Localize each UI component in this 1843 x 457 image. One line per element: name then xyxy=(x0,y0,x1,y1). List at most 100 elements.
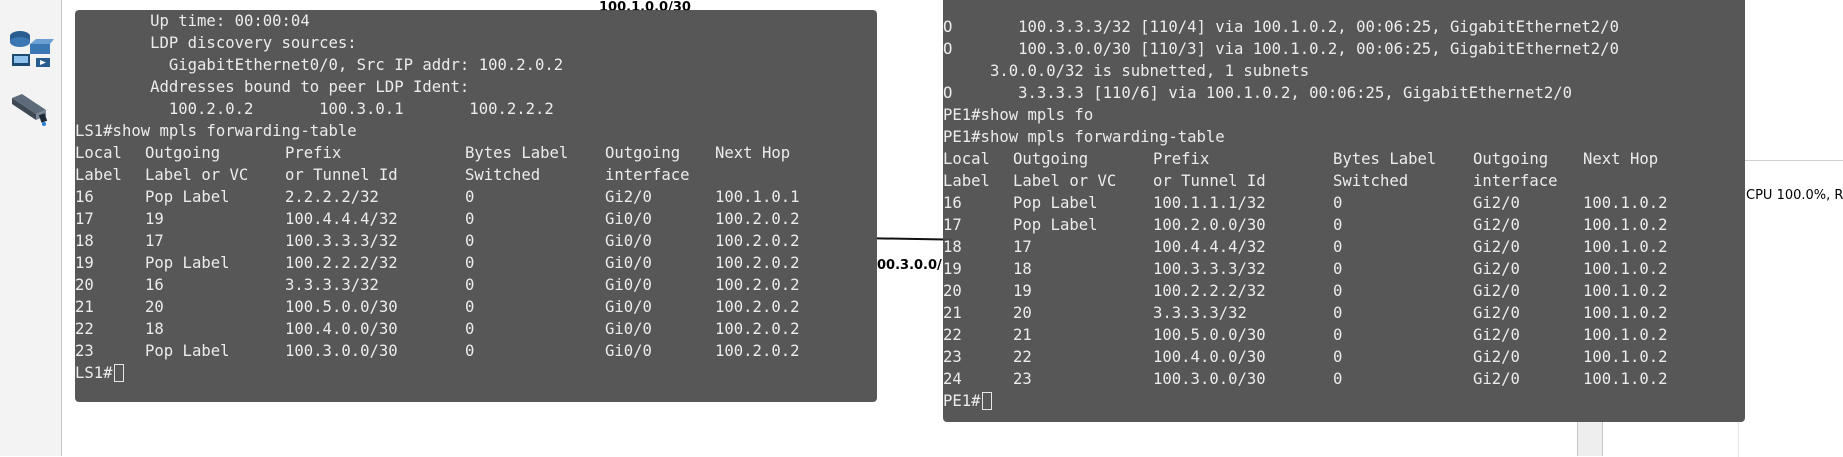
table-row: 18 17 100.4.4.4/32 0 Gi2/0 100.1.0.2 xyxy=(943,236,1668,258)
table-cell: 100.2.0.2 xyxy=(715,276,800,294)
table-cell: 100.1.0.2 xyxy=(1583,326,1668,344)
table-cell: 16 xyxy=(145,276,164,294)
table-cell: 20 xyxy=(943,282,962,300)
table-cell: 100.2.0.2 xyxy=(715,342,800,360)
table-header-row: Local Outgoing Prefix Bytes Label Outgoi… xyxy=(943,148,1658,170)
table-cell: Gi0/0 xyxy=(605,342,652,360)
table-cell: 100.1.0.2 xyxy=(1583,238,1668,256)
table-cell: 19 xyxy=(75,254,94,272)
table-cell: 100.3.3.3/32 xyxy=(285,232,398,250)
table-cell: Pop Label xyxy=(145,188,230,206)
table-cell: 100.5.0.0/30 xyxy=(1153,326,1266,344)
table-cell: 0 xyxy=(1333,216,1343,234)
network-link[interactable] xyxy=(876,237,953,241)
forwarding-table-rows: 16 Pop Label 2.2.2.2/32 0 Gi2/0 100.1.0.1 17 19… xyxy=(75,186,800,362)
table-cell: 21 xyxy=(75,298,94,316)
table-cell: Gi0/0 xyxy=(605,210,652,228)
column-header: Label xyxy=(943,172,990,190)
column-header: Switched xyxy=(1333,172,1409,190)
link-label-middle: 00.3.0.0/ xyxy=(877,258,942,273)
table-cell: 100.2.0.2 xyxy=(715,320,800,338)
table-cell: 100.2.0.2 xyxy=(715,254,800,272)
table-cell: 0 xyxy=(1333,370,1343,388)
table-cell: 22 xyxy=(1013,348,1032,366)
table-cell: 16 xyxy=(75,188,94,206)
table-row: 23 Pop Label 100.3.0.0/30 0 Gi0/0 100.2.0.2 xyxy=(75,340,800,362)
console-ls1-output: Up time: 00:00:04 LDP discovery sources:… xyxy=(75,10,800,384)
table-cell: 0 xyxy=(465,342,475,360)
table-cell: Gi0/0 xyxy=(605,298,652,316)
console-line-partial xyxy=(943,0,1619,16)
table-cell: 0 xyxy=(465,320,475,338)
console-ls1[interactable]: Up time: 00:00:04 LDP discovery sources:… xyxy=(75,10,877,402)
column-header: Label or VC xyxy=(145,166,249,184)
table-cell: 19 xyxy=(1013,282,1032,300)
forwarding-table-rows: 16 Pop Label 100.1.1.1/32 0 Gi2/0 100.1.0.2 17… xyxy=(943,192,1668,390)
table-cell: 100.2.2.2/32 xyxy=(1153,282,1266,300)
table-cell: 0 xyxy=(1333,326,1343,344)
console-line: GigabitEthernet0/0, Src IP addr: 100.2.0… xyxy=(75,56,564,74)
table-cell: 22 xyxy=(943,326,962,344)
console-line: O 100.3.3.3/32 [110/4] via 100.1.0.2, 00… xyxy=(943,18,1619,36)
table-cell: 100.3.0.0/30 xyxy=(1153,370,1266,388)
table-cell: Gi2/0 xyxy=(1473,326,1520,344)
console-line: Up time: 00:00:04 xyxy=(75,12,310,30)
table-row: 17 Pop Label 100.2.0.0/30 0 Gi2/0 100.1.0.2 xyxy=(943,214,1668,236)
table-row: 20 19 100.2.2.2/32 0 Gi2/0 100.1.0.2 xyxy=(943,280,1668,302)
column-header: Bytes Label xyxy=(465,144,569,162)
table-cell: 23 xyxy=(75,342,94,360)
table-cell: 17 xyxy=(75,210,94,228)
table-cell: Gi2/0 xyxy=(1473,348,1520,366)
console-pe1[interactable]: O 100.3.3.3/32 [110/4] via 100.1.0.2, 00… xyxy=(943,0,1745,422)
table-cell: Gi2/0 xyxy=(1473,304,1520,322)
table-cell: 21 xyxy=(943,304,962,322)
table-row: 22 18 100.4.0.0/30 0 Gi0/0 100.2.0.2 xyxy=(75,318,800,340)
column-header: Label xyxy=(75,166,122,184)
console-line: Addresses bound to peer LDP Ident: xyxy=(75,78,470,96)
table-cell: 100.1.0.2 xyxy=(1583,304,1668,322)
table-cell: 0 xyxy=(1333,194,1343,212)
table-cell: Gi0/0 xyxy=(605,232,652,250)
table-cell: 100.1.1.1/32 xyxy=(1153,194,1266,212)
table-cell: 20 xyxy=(145,298,164,316)
column-header: Prefix xyxy=(1153,150,1210,168)
table-row: 19 18 100.3.3.3/32 0 Gi2/0 100.1.0.2 xyxy=(943,258,1668,280)
table-cell: 0 xyxy=(465,232,475,250)
console-line: O 100.3.0.0/30 [110/3] via 100.1.0.2, 00… xyxy=(943,40,1619,58)
column-header: Next Hop xyxy=(715,144,791,162)
table-cell: 2.2.2.2/32 xyxy=(285,188,379,206)
console-line: PE1#show mpls fo xyxy=(943,106,1094,124)
column-header: Outgoing xyxy=(1473,150,1549,168)
routers-switches-icon[interactable] xyxy=(6,26,54,70)
console-line: LDP discovery sources: xyxy=(75,34,357,52)
table-row: 22 21 100.5.0.0/30 0 Gi2/0 100.1.0.2 xyxy=(943,324,1668,346)
table-cell: 23 xyxy=(943,348,962,366)
table-cell: 0 xyxy=(1333,348,1343,366)
table-cell: 0 xyxy=(1333,282,1343,300)
console-prompt[interactable]: PE1# xyxy=(943,390,1619,412)
table-cell: Gi2/0 xyxy=(1473,370,1520,388)
console-prompt[interactable]: LS1# xyxy=(75,362,563,384)
column-header: Switched xyxy=(465,166,541,184)
table-cell: Gi2/0 xyxy=(1473,216,1520,234)
table-cell: 23 xyxy=(1013,370,1032,388)
console-line: 100.2.0.2 100.3.0.1 100.2.2.2 xyxy=(75,100,554,118)
table-cell: 100.1.0.2 xyxy=(1583,216,1668,234)
table-row: 21 20 3.3.3.3/32 0 Gi2/0 100.1.0.2 xyxy=(943,302,1668,324)
console-command: PE1#show mpls forwarding-table xyxy=(943,128,1225,146)
table-cell: 100.2.0.2 xyxy=(715,210,800,228)
table-cell: 100.2.0.2 xyxy=(715,298,800,316)
prompt-text: LS1# xyxy=(75,364,113,382)
table-cell: 21 xyxy=(1013,326,1032,344)
table-cell: 100.1.0.2 xyxy=(1583,260,1668,278)
table-cell: 20 xyxy=(75,276,94,294)
table-cell: 100.5.0.0/30 xyxy=(285,298,398,316)
table-row: 19 Pop Label 100.2.2.2/32 0 Gi0/0 100.2.0.2 xyxy=(75,252,800,274)
table-cell: 22 xyxy=(75,320,94,338)
table-cell: 3.3.3.3/32 xyxy=(1153,304,1247,322)
scrollbar[interactable] xyxy=(1577,420,1603,456)
cable-connections-icon[interactable] xyxy=(6,84,54,128)
table-row: 23 22 100.4.0.0/30 0 Gi2/0 100.1.0.2 xyxy=(943,346,1668,368)
column-header: Next Hop xyxy=(1583,150,1659,168)
column-header: interface xyxy=(1473,172,1558,190)
